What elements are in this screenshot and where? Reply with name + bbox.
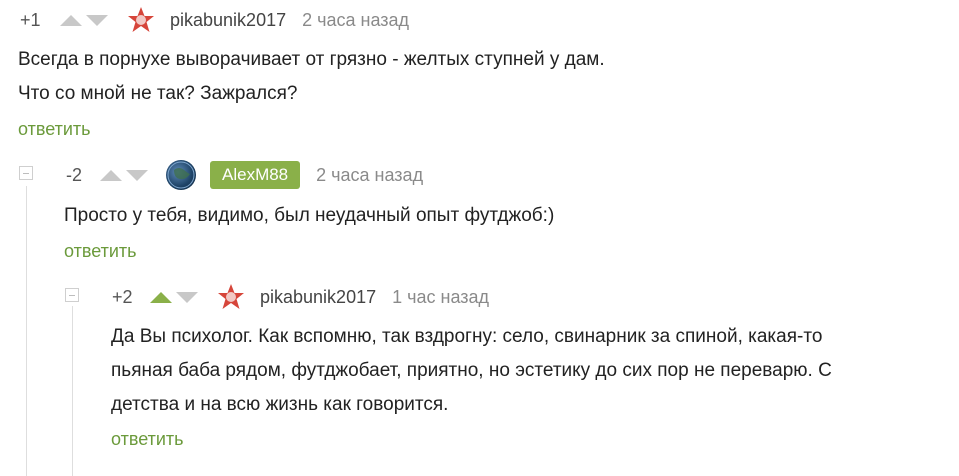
comment-text-line: детства и на всю жизнь как говорится. — [111, 394, 449, 415]
comment-header: +1 pikabunik2017 2 часа назад — [20, 2, 409, 38]
downvote-icon[interactable] — [126, 169, 148, 181]
comment-text-line: Просто у тебя, видимо, был неудачный опы… — [64, 205, 555, 226]
reply-link[interactable]: ответить — [111, 429, 184, 450]
avatar[interactable] — [126, 5, 156, 35]
comment-text-line: Что со мной не так? Зажрался? — [18, 83, 298, 104]
rating-score: -2 — [66, 164, 83, 185]
timestamp: 2 часа назад — [302, 9, 410, 30]
thread-line-level2 — [72, 306, 73, 476]
downvote-icon[interactable] — [176, 291, 198, 303]
collapse-toggle-icon[interactable] — [19, 166, 33, 180]
star-medal-icon — [218, 284, 244, 309]
upvote-icon[interactable] — [100, 169, 122, 181]
comment-header: -2 AlexM88 2 часа назад — [66, 157, 423, 193]
thread-line-level1 — [26, 186, 27, 476]
username-badge[interactable]: AlexM88 — [210, 161, 301, 189]
reply-link[interactable]: ответить — [18, 119, 91, 140]
avatar[interactable] — [216, 282, 246, 312]
downvote-icon[interactable] — [86, 14, 108, 26]
username[interactable]: pikabunik2017 — [260, 287, 376, 308]
rating-score: +2 — [112, 286, 133, 307]
timestamp: 1 час назад — [392, 286, 490, 307]
reply-link[interactable]: ответить — [64, 241, 137, 262]
upvote-icon[interactable] — [150, 291, 172, 303]
star-medal-icon — [128, 7, 154, 32]
comment-text-line: Да Вы психолог. Как вспомню, так вздрогн… — [111, 326, 823, 347]
upvote-icon[interactable] — [60, 14, 82, 26]
globe-avatar-icon — [167, 161, 195, 189]
rating-score: +1 — [20, 9, 41, 30]
collapse-toggle-icon[interactable] — [65, 288, 79, 302]
comment-text-line: Всегда в порнухе выворачивает от грязно … — [18, 49, 605, 70]
username[interactable]: pikabunik2017 — [170, 10, 286, 31]
comment-header: +2 pikabunik2017 1 час назад — [112, 279, 489, 315]
comment-text-line: пьяная баба рядом, футджобает, приятно, … — [111, 360, 832, 381]
avatar[interactable] — [166, 160, 196, 190]
timestamp: 2 часа назад — [316, 164, 424, 185]
